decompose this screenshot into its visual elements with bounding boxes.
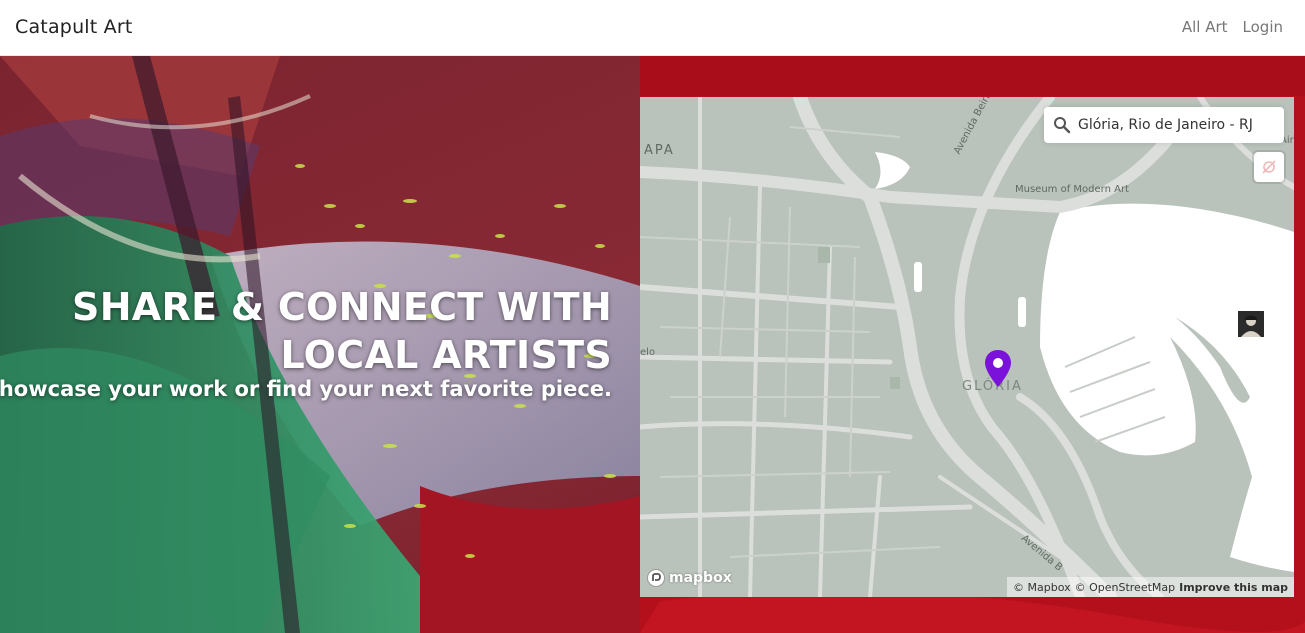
map-search-box[interactable]	[1044, 107, 1284, 143]
top-navbar: Catapult Art All Art Login	[0, 0, 1305, 56]
map-widget[interactable]: APA Avenida Beira Mar Museum of Modern A…	[640, 97, 1294, 597]
map-pin-icon[interactable]	[983, 349, 1013, 389]
mapbox-logo-text: mapbox	[669, 570, 732, 586]
mapbox-logo[interactable]: mapbox	[646, 568, 732, 588]
attribution-osm-link[interactable]: © OpenStreetMap	[1075, 581, 1176, 594]
hero-headline: SHARE & CONNECT WITH LOCAL ARTISTS	[12, 283, 612, 379]
mapbox-logo-icon	[647, 569, 665, 587]
hero-headline-line-2: LOCAL ARTISTS	[280, 333, 612, 377]
nav-all-art-link[interactable]: All Art	[1182, 18, 1228, 36]
attribution-mapbox-link[interactable]: © Mapbox	[1013, 581, 1071, 594]
map-search-input[interactable]	[1078, 107, 1278, 143]
hero-headline-line-1: SHARE & CONNECT WITH	[72, 285, 612, 329]
geolocate-disabled-icon	[1262, 160, 1276, 174]
map-basemap[interactable]	[640, 97, 1294, 597]
map-attribution: © Mapbox © OpenStreetMap Improve this ma…	[1007, 577, 1294, 597]
brand-logo-text[interactable]: Catapult Art	[15, 16, 133, 38]
map-label-museum-of-modern-art: Museum of Modern Art	[1015, 184, 1129, 195]
map-label-elo: elo	[640, 347, 656, 358]
nav-login-link[interactable]: Login	[1243, 18, 1283, 36]
hero-subheadline: Showcase your work or find your next fav…	[0, 377, 612, 401]
search-icon	[1054, 117, 1071, 134]
improve-map-link[interactable]: Improve this map	[1179, 581, 1288, 594]
geolocate-button[interactable]	[1254, 152, 1284, 182]
nav-links: All Art Login	[1182, 18, 1283, 36]
user-avatar-marker[interactable]	[1238, 311, 1264, 337]
map-label-lapa: APA	[644, 143, 675, 158]
hero-section: SHARE & CONNECT WITH LOCAL ARTISTS Showc…	[0, 56, 1305, 633]
